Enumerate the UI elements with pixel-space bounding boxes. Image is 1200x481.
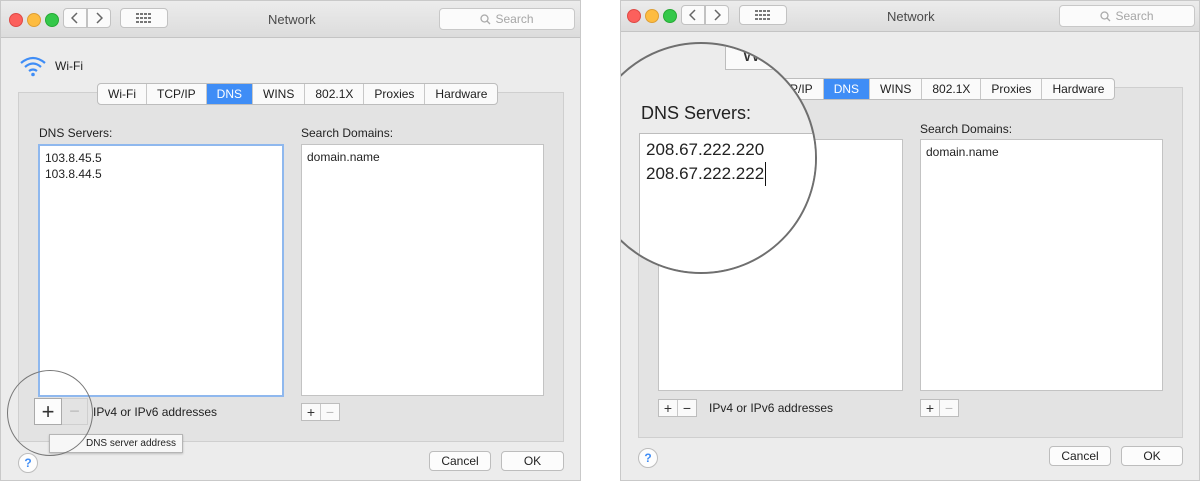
magnifier-icon: Wi DNS Servers: 208.67.222.220 208.67.22… — [621, 42, 817, 274]
remove-dns-server-button[interactable]: − — [677, 400, 696, 416]
search-domains-list[interactable]: domain.name — [920, 139, 1163, 391]
titlebar: Network Search — [621, 1, 1199, 32]
dns-add-remove: + − — [658, 399, 697, 417]
dns-servers-label: DNS Servers: — [39, 126, 113, 140]
list-item[interactable]: 208.67.222.220 — [646, 138, 815, 162]
tab-wins[interactable]: WINS — [253, 84, 306, 104]
address-hint: IPv4 or IPv6 addresses — [93, 405, 218, 419]
search-field[interactable]: Search — [1059, 5, 1195, 27]
add-dns-server-button[interactable]: + — [659, 400, 677, 416]
remove-domain-button[interactable]: − — [320, 404, 339, 420]
cancel-button[interactable]: Cancel — [1049, 446, 1111, 466]
tab-8021x[interactable]: 802.1X — [922, 79, 982, 99]
show-all-button[interactable] — [120, 8, 168, 28]
window-title: Network — [268, 12, 316, 27]
tab-hardware[interactable]: Hardware — [425, 84, 497, 104]
list-item[interactable]: 103.8.45.5 — [45, 150, 277, 166]
wifi-icon — [20, 56, 46, 77]
search-icon — [1100, 10, 1111, 21]
chevron-right-icon — [96, 12, 103, 24]
dns-servers-label-zoomed: DNS Servers: — [641, 103, 752, 123]
tab-hardware[interactable]: Hardware — [1042, 79, 1114, 99]
back-button[interactable] — [63, 8, 87, 28]
close-button[interactable] — [9, 13, 23, 27]
tab-wifi-zoomed: Wi — [725, 44, 797, 70]
search-icon — [480, 13, 491, 24]
tab-wifi[interactable]: Wi-Fi — [98, 84, 147, 104]
help-button[interactable]: ? — [638, 448, 658, 468]
help-button[interactable]: ? — [18, 453, 38, 473]
chevron-left-icon — [689, 9, 696, 21]
forward-button[interactable] — [87, 8, 111, 28]
search-domains-label: Search Domains: — [920, 122, 1013, 136]
forward-button[interactable] — [705, 5, 729, 25]
tooltip-text: DNS server address — [85, 438, 176, 449]
tab-bar: P/IP DNS WINS 802.1X Proxies Hardware — [779, 78, 1116, 100]
zoom-button[interactable] — [45, 13, 59, 27]
titlebar: Network Search — [1, 1, 580, 38]
network-window-right: Network Search P/IP DNS WINS 802.1X Prox… — [620, 0, 1200, 481]
remove-dns-server-button[interactable]: − — [62, 398, 88, 425]
tab-proxies[interactable]: Proxies — [364, 84, 426, 104]
add-domain-button[interactable]: + — [302, 404, 320, 420]
ok-button[interactable]: OK — [1121, 446, 1183, 466]
grid-icon — [755, 10, 770, 20]
minimize-button[interactable] — [645, 9, 659, 23]
grid-icon — [136, 13, 151, 23]
domains-add-remove: + − — [301, 403, 340, 421]
tab-tcpip[interactable]: TCP/IP — [147, 84, 207, 104]
domains-add-remove: + − — [920, 399, 959, 417]
dns-servers-list-zoomed[interactable]: 208.67.222.220 208.67.222.222 — [639, 133, 815, 272]
list-item-editing[interactable]: 208.67.222.222 — [646, 162, 767, 186]
search-domains-label: Search Domains: — [301, 126, 394, 140]
zoom-button[interactable] — [663, 9, 677, 23]
search-placeholder: Search — [1115, 9, 1154, 23]
search-field[interactable]: Search — [439, 8, 575, 30]
interface-name: Wi-Fi — [55, 59, 83, 73]
tab-bar: Wi-Fi TCP/IP DNS WINS 802.1X Proxies Har… — [97, 83, 499, 105]
dns-servers-list[interactable]: 103.8.45.5 103.8.44.5 — [38, 144, 284, 397]
tab-8021x[interactable]: 802.1X — [305, 84, 365, 104]
chevron-right-icon — [714, 9, 721, 21]
network-window-left: Network Search Wi-Fi Wi-Fi TCP/IP DNS WI… — [0, 0, 581, 481]
address-hint: IPv4 or IPv6 addresses — [709, 401, 834, 415]
search-placeholder: Search — [495, 12, 534, 26]
window-title: Network — [887, 9, 935, 24]
close-button[interactable] — [627, 9, 641, 23]
show-all-button[interactable] — [739, 5, 787, 25]
tab-proxies[interactable]: Proxies — [981, 79, 1043, 99]
ok-button[interactable]: OK — [501, 451, 564, 471]
minimize-button[interactable] — [27, 13, 41, 27]
list-item[interactable]: domain.name — [926, 144, 1157, 160]
cancel-button[interactable]: Cancel — [429, 451, 491, 471]
add-domain-button[interactable]: + — [921, 400, 939, 416]
add-dns-server-button[interactable]: + — [34, 398, 62, 425]
list-item[interactable]: domain.name — [307, 149, 538, 165]
remove-domain-button[interactable]: − — [939, 400, 958, 416]
list-item[interactable]: 103.8.44.5 — [45, 166, 277, 182]
tab-dns[interactable]: DNS — [823, 79, 871, 99]
tab-dns[interactable]: DNS — [206, 84, 253, 104]
tab-wins[interactable]: WINS — [870, 79, 923, 99]
search-domains-list[interactable]: domain.name — [301, 144, 544, 396]
back-button[interactable] — [681, 5, 705, 25]
chevron-left-icon — [71, 12, 78, 24]
